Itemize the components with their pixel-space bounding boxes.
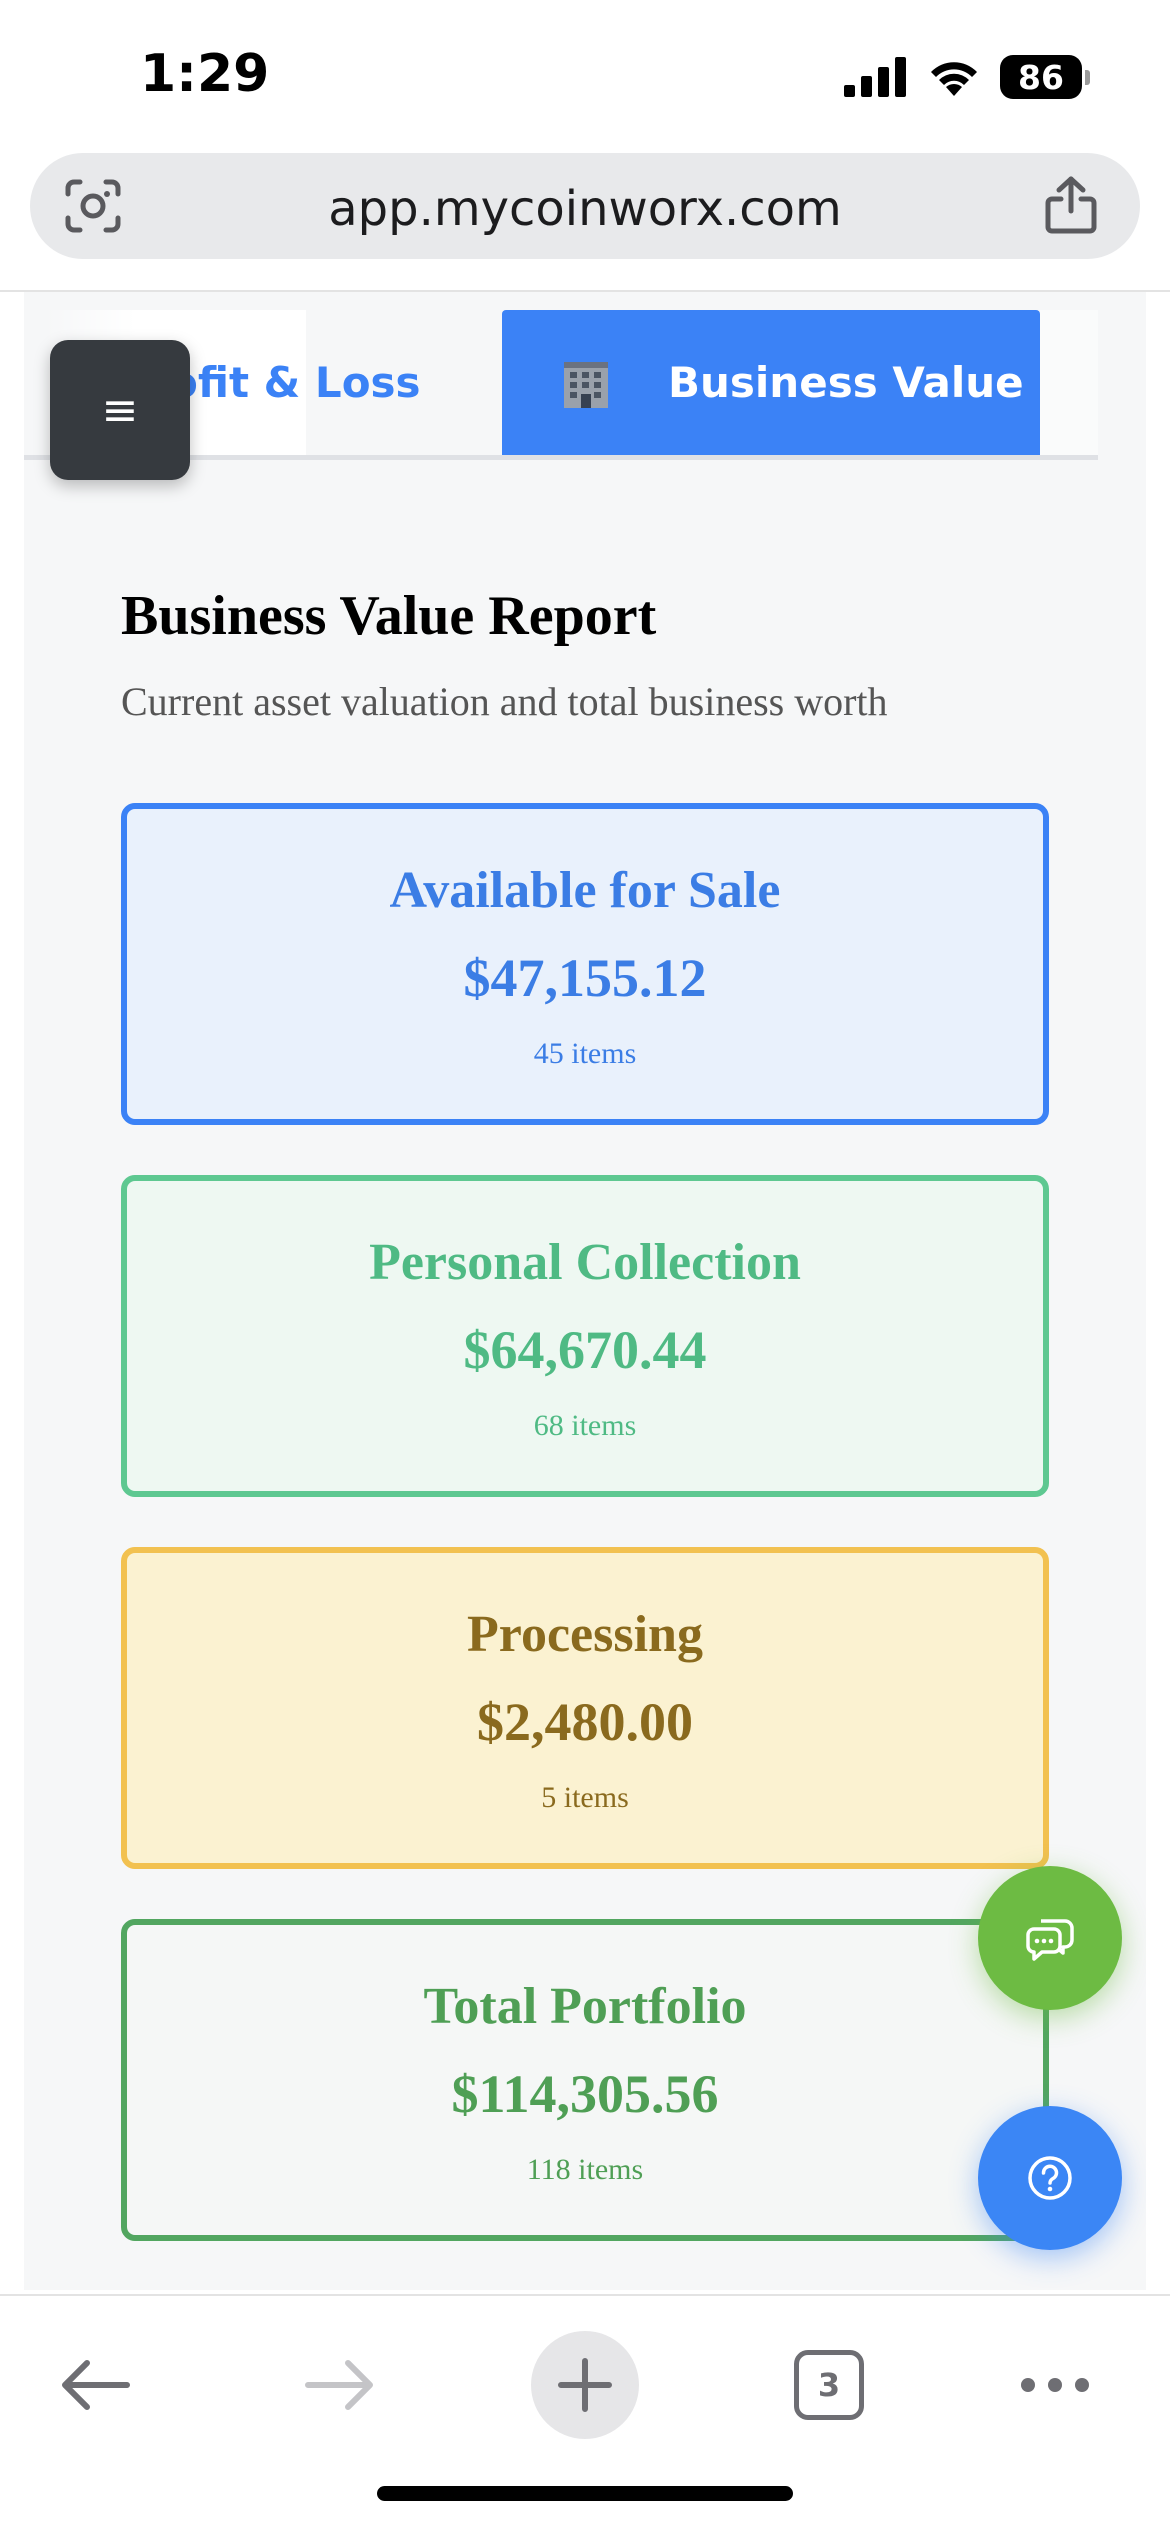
card-item-count: 118 items [526, 2153, 644, 2186]
address-bar[interactable]: app.mycoinworx.com [30, 153, 1140, 259]
plus-icon [558, 2358, 612, 2412]
tab-business-value[interactable]: Business Value [502, 310, 1040, 455]
forward-button[interactable] [285, 2330, 395, 2440]
share-icon[interactable] [1044, 175, 1098, 235]
signal-icon [844, 57, 906, 97]
card-amount: $47,155.12 [463, 948, 707, 1008]
help-button[interactable] [978, 2106, 1122, 2250]
card-amount: $2,480.00 [477, 1692, 693, 1752]
tab-profit-loss-label: ofit & Loss [169, 358, 421, 407]
page-subtitle: Current asset valuation and total busine… [121, 679, 888, 724]
page-title: Business Value Report [121, 585, 657, 647]
tab-strip-fade [1040, 310, 1098, 455]
battery-cap [1085, 69, 1090, 85]
card-title: Available for Sale [389, 862, 781, 919]
chat-icon [1026, 1919, 1074, 1961]
chat-button[interactable] [978, 1866, 1122, 2010]
card-amount: $64,670.44 [463, 1320, 707, 1380]
card-processing: Processing $2,480.00 5 items [121, 1547, 1049, 1869]
card-title: Personal Collection [369, 1234, 801, 1291]
card-item-count: 68 items [533, 1409, 637, 1442]
page-content: ofit & Loss Business Value ≡ Business Va… [24, 292, 1146, 2290]
tab-business-value-label: Business Value [668, 358, 1024, 407]
home-indicator [377, 2486, 793, 2501]
forward-icon [305, 2360, 373, 2410]
status-icons: 86 [844, 52, 1090, 102]
help-icon [1028, 2156, 1072, 2200]
card-title: Processing [467, 1606, 703, 1663]
card-total-portfolio: Total Portfolio $114,305.56 118 items [121, 1919, 1049, 2241]
menu-icon: ≡ [101, 384, 139, 436]
back-icon [62, 2360, 130, 2410]
screen: 1:29 86 app.mycoinworx.com ofit & Loss B… [0, 0, 1170, 2532]
tabs-icon: 3 [794, 2350, 864, 2420]
battery-icon: 86 [1000, 55, 1090, 99]
new-tab-button[interactable] [530, 2330, 640, 2440]
card-item-count: 45 items [533, 1037, 637, 1070]
new-tab-circle [531, 2331, 639, 2439]
status-bar: 1:29 86 [0, 0, 1170, 145]
more-button[interactable] [1000, 2330, 1110, 2440]
tabs-button[interactable]: 3 [774, 2330, 884, 2440]
card-item-count: 5 items [541, 1781, 629, 1814]
wifi-icon [931, 62, 977, 96]
more-icon [1021, 2378, 1089, 2392]
menu-button[interactable]: ≡ [50, 340, 190, 480]
building-icon [564, 362, 608, 408]
card-title: Total Portfolio [423, 1978, 747, 2035]
back-button[interactable] [40, 2330, 150, 2440]
card-available-for-sale: Available for Sale $47,155.12 45 items [121, 803, 1049, 1125]
card-personal-collection: Personal Collection $64,670.44 68 items [121, 1175, 1049, 1497]
card-amount: $114,305.56 [451, 2064, 719, 2124]
status-time: 1:29 [140, 44, 270, 104]
url-text[interactable]: app.mycoinworx.com [30, 181, 1140, 237]
battery-level: 86 [1000, 55, 1082, 99]
